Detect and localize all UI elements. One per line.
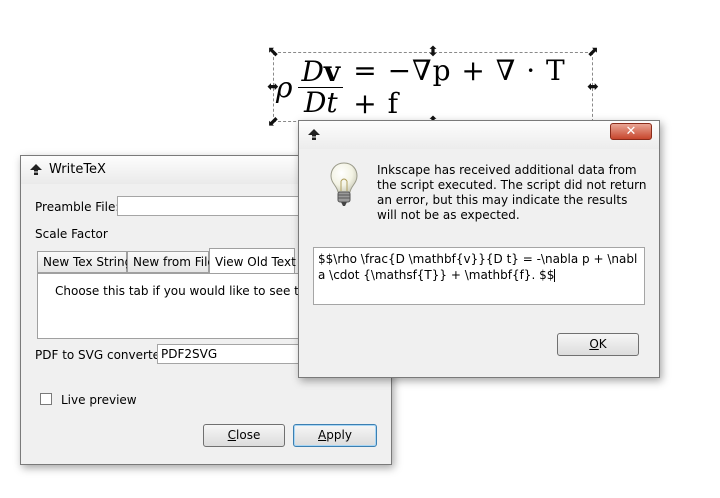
ok-button[interactable]: OK xyxy=(557,333,639,356)
tab-new-from-file[interactable]: New from File xyxy=(127,251,215,273)
tab-new-tex-string[interactable]: New Tex String xyxy=(37,251,132,273)
inkscape-icon xyxy=(30,164,42,175)
tab-description: Choose this tab if you would like to see… xyxy=(55,284,336,298)
additional-data-text: $$\rho \frac{D \mathbf{v}}{D t} = -\nabl… xyxy=(318,252,638,282)
lightbulb-icon xyxy=(330,162,358,206)
preamble-label: Preamble File: xyxy=(35,200,120,214)
eq-rho: ρ xyxy=(276,70,293,104)
tab-view-old-text[interactable]: View Old Text xyxy=(209,248,296,274)
inkscape-icon xyxy=(308,129,320,140)
eq-fraction: Dv Dt xyxy=(298,56,344,119)
message-dialog: ✕ Inkscape has received additional data … xyxy=(298,120,660,378)
message-titlebar[interactable]: ✕ xyxy=(299,121,659,149)
scale-factor-label: Scale Factor xyxy=(35,227,108,241)
writetex-title: WriteTeX xyxy=(49,162,106,177)
message-text: Inkscape has received additional data fr… xyxy=(377,163,647,222)
eq-denominator: Dt xyxy=(303,85,338,119)
eq-numerator: Dv xyxy=(298,56,344,88)
live-preview-checkbox[interactable] xyxy=(40,393,52,405)
additional-data-textarea[interactable]: $$\rho \frac{D \mathbf{v}}{D t} = -\nabl… xyxy=(313,247,645,305)
latex-equation-object[interactable]: ρ Dv Dt = −∇p + ∇ · T + f xyxy=(276,54,592,120)
apply-button[interactable]: Apply xyxy=(293,424,377,447)
message-body: Inkscape has received additional data fr… xyxy=(305,149,651,369)
converter-label: PDF to SVG converter: xyxy=(35,348,169,362)
text-cursor xyxy=(554,269,556,282)
eq-rest: = −∇p + ∇ · T + f xyxy=(353,54,566,120)
close-button[interactable]: Close xyxy=(203,424,285,447)
close-icon[interactable]: ✕ xyxy=(610,123,652,140)
live-preview-label: Live preview xyxy=(61,393,137,407)
